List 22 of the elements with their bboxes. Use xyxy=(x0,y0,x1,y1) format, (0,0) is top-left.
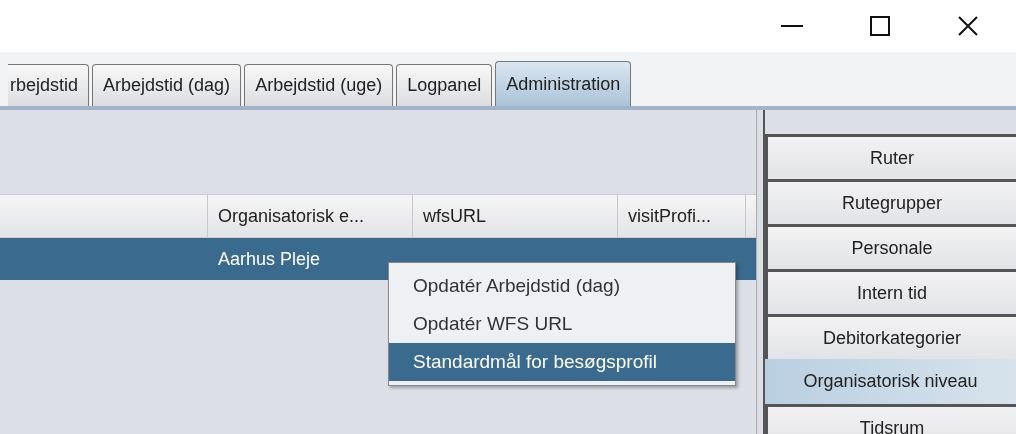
splitter-bar[interactable] xyxy=(757,110,765,434)
sidebar-button[interactable]: Intern tid xyxy=(765,269,1016,314)
tab[interactable]: Arbejdstid (uge) xyxy=(244,64,394,106)
maximize-icon xyxy=(870,16,890,36)
menu-item[interactable]: Opdatér WFS URL xyxy=(389,305,735,343)
column-header[interactable]: wfsURL xyxy=(413,195,618,237)
sidebar-button[interactable]: Ruter xyxy=(765,134,1016,179)
close-icon xyxy=(958,16,978,36)
column-header[interactable]: visitProfi... xyxy=(618,195,746,237)
sidebar-button[interactable]: Tidsrum xyxy=(765,404,1016,434)
menu-item[interactable]: Standardmål for besøgsprofil xyxy=(389,343,735,381)
tab[interactable]: Administration xyxy=(495,61,632,106)
sidebar-button[interactable]: Personale xyxy=(765,224,1016,269)
sidebar-button[interactable]: Debitorkategorier xyxy=(765,314,1016,359)
sidebar-button[interactable]: Organisatorisk niveau xyxy=(765,359,1016,404)
tab[interactable]: Logpanel xyxy=(396,64,493,106)
sidebar-button[interactable]: Rutegrupper xyxy=(765,179,1016,224)
tab[interactable]: rbejdstid xyxy=(8,64,90,106)
tab[interactable]: Arbejdstid (dag) xyxy=(92,64,242,106)
table-cell-text: Aarhus Pleje xyxy=(218,247,321,271)
minimize-icon xyxy=(781,25,803,27)
column-header[interactable]: Organisatorisk e... xyxy=(208,195,413,237)
